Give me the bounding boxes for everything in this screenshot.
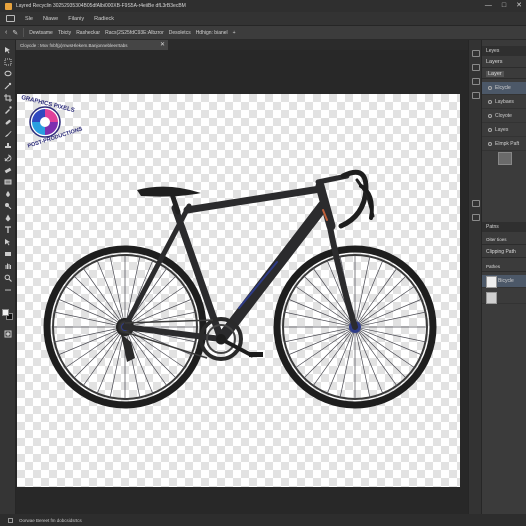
- option-6[interactable]: Hdhign: bianel: [196, 30, 228, 36]
- tools-panel: [0, 40, 16, 514]
- path-selection-icon[interactable]: [3, 238, 13, 246]
- layer-name: Layes: [495, 127, 509, 133]
- more-tools-icon[interactable]: [3, 286, 13, 294]
- close-tab-icon[interactable]: ✕: [160, 41, 165, 48]
- move-tool-icon[interactable]: [3, 46, 13, 54]
- layer-name: Cloyote: [495, 113, 512, 119]
- visibility-eye-icon[interactable]: [488, 142, 492, 146]
- option-3[interactable]: Rasheckar: [76, 30, 100, 36]
- status-bar: Oorwae Bereet fm dobcsidsrtcs: [0, 514, 526, 526]
- hand-tool-icon[interactable]: [3, 262, 13, 270]
- close-window-button[interactable]: ✕: [516, 2, 522, 9]
- type-tool-icon[interactable]: [3, 226, 13, 234]
- window-title: Layred Recyclin 30252935304B05dfAlbi000X…: [16, 3, 186, 9]
- document-tab[interactable]: Cloycde : Mxv fnbf(p)rnwsHlekem.Banjonne…: [16, 40, 168, 50]
- status-text: Oorwae Bereet fm dobcsidsrtcs: [19, 517, 82, 523]
- layer-name: Laybaes: [495, 99, 514, 105]
- visibility-eye-icon[interactable]: [488, 86, 492, 90]
- visibility-eye-icon[interactable]: [488, 100, 492, 104]
- swatches-panel-icon[interactable]: [472, 92, 480, 99]
- channels-panel-icon[interactable]: [472, 200, 480, 207]
- maximize-button[interactable]: □: [502, 2, 506, 9]
- paths-panel-options[interactable]: Oiter tioes: [482, 234, 526, 245]
- layer-kind-label: Layer: [486, 70, 504, 77]
- path-name: Bicycle: [498, 278, 514, 284]
- menu-item-4[interactable]: Radieck: [94, 16, 114, 22]
- healing-brush-icon[interactable]: [3, 118, 13, 126]
- bicycle-image: [43, 169, 437, 409]
- layer-name: Elcycle: [495, 85, 511, 91]
- option-5[interactable]: Desoletcs: [169, 30, 191, 36]
- properties-panel-icon[interactable]: [472, 64, 480, 71]
- clipping-path-item[interactable]: Clipping Path: [482, 247, 526, 258]
- status-icon: [8, 517, 13, 523]
- blur-tool-icon[interactable]: [3, 190, 13, 198]
- document-tab-bar: Cloycde : Mxv fnbf(p)rnwsHlekem.Banjonne…: [16, 40, 468, 50]
- magic-wand-icon[interactable]: [3, 82, 13, 90]
- paths-panel-icon[interactable]: [472, 214, 480, 221]
- visibility-eye-icon[interactable]: [488, 128, 492, 132]
- panel-icon-strip: [468, 40, 482, 514]
- crop-tool-icon[interactable]: [3, 94, 13, 102]
- paths-kind-label: Pathes: [482, 261, 526, 272]
- brush-tool-icon[interactable]: [3, 130, 13, 138]
- divider: [23, 28, 25, 37]
- layer-row[interactable]: Laybaes: [482, 96, 526, 109]
- pen-tool-icon[interactable]: [3, 214, 13, 222]
- history-panel-icon[interactable]: [472, 50, 480, 57]
- history-brush-icon[interactable]: [3, 154, 13, 162]
- shape-tool-icon[interactable]: [3, 250, 13, 258]
- window-controls: — □ ✕: [485, 2, 522, 9]
- home-icon[interactable]: [6, 15, 15, 22]
- layer-kind-filter[interactable]: Layer: [482, 69, 526, 79]
- options-bar: ‹ ✎ Dewtsame Tbicty Rasheckar Racs(2S25f…: [0, 26, 526, 40]
- title-bar: Layred Recyclin 30252935304B05dfAlbi000X…: [0, 0, 526, 12]
- gradient-tool-icon[interactable]: [3, 178, 13, 186]
- option-2[interactable]: Tbicty: [58, 30, 71, 36]
- layer-row[interactable]: Elmpk Paft: [482, 138, 526, 151]
- add-option-button[interactable]: +: [233, 30, 236, 36]
- layer-row[interactable]: Cloyote: [482, 110, 526, 123]
- minimize-button[interactable]: —: [485, 2, 492, 9]
- layers-panel-title: Layers: [482, 57, 526, 68]
- eraser-tool-icon[interactable]: [3, 166, 13, 174]
- menu-item-1[interactable]: Sle: [25, 16, 33, 22]
- layer-thumbnail[interactable]: [498, 152, 512, 165]
- path-thumbnail[interactable]: [486, 292, 497, 304]
- menu-item-3[interactable]: Filaniy: [68, 16, 84, 22]
- paths-panel-tab[interactable]: Patns: [482, 222, 526, 232]
- eyedropper-icon[interactable]: [3, 106, 13, 114]
- layer-row[interactable]: Layes: [482, 124, 526, 137]
- app-logo-icon: [5, 2, 12, 10]
- layer-name: Elmpk Paft: [495, 141, 520, 147]
- option-4[interactable]: Racs(2S25fdC93E:Albzror: [105, 30, 164, 36]
- layers-panel-tab[interactable]: Leyes: [482, 46, 526, 56]
- path-thumbnail[interactable]: [486, 276, 497, 288]
- document-tab-label: Cloycde : Mxv fnbf(p)rnwsHlekem.Banjonne…: [20, 42, 128, 48]
- zoom-tool-icon[interactable]: [3, 274, 13, 282]
- adjustments-panel-icon[interactable]: [472, 78, 480, 85]
- layer-row[interactable]: Elcycle: [482, 82, 526, 95]
- artboard-tool-icon[interactable]: [3, 58, 13, 66]
- canvas-area[interactable]: GRAPHICS PIXELS POST-PRODUCTIONS: [16, 50, 468, 514]
- lasso-tool-icon[interactable]: [3, 70, 13, 78]
- pen-tool-icon[interactable]: ✎: [12, 29, 18, 37]
- clone-stamp-icon[interactable]: [3, 142, 13, 150]
- artboard[interactable]: GRAPHICS PIXELS POST-PRODUCTIONS: [17, 94, 460, 487]
- menu-bar: Sle Niawe Filaniy Radieck: [0, 12, 526, 26]
- foreground-color-swatch[interactable]: [2, 309, 9, 316]
- menu-item-2[interactable]: Niawe: [43, 16, 58, 22]
- dodge-tool-icon[interactable]: [3, 202, 13, 210]
- option-1[interactable]: Dewtsame: [29, 30, 53, 36]
- visibility-eye-icon[interactable]: [488, 114, 492, 118]
- quick-mask-icon[interactable]: [3, 330, 13, 338]
- back-icon[interactable]: ‹: [5, 29, 7, 36]
- right-panel: Leyes Layers Layer Elcycle Laybaes Cloyo…: [482, 46, 526, 514]
